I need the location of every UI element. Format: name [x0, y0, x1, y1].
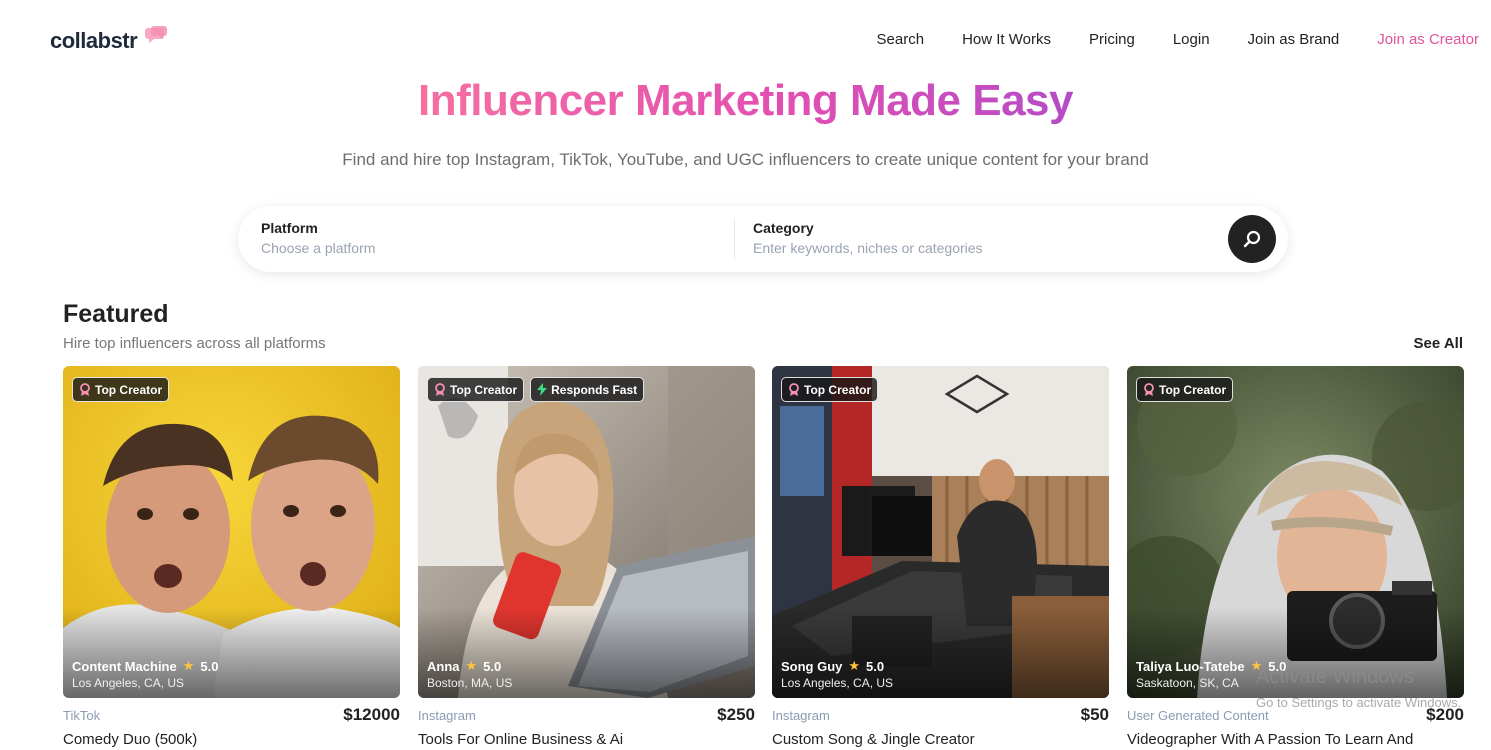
- card-price: $50: [1080, 705, 1109, 724]
- hero-subtitle: Find and hire top Instagram, TikTok, You…: [342, 150, 1149, 169]
- search-bar: Platform Category: [238, 206, 1288, 272]
- card-platform: Instagram: [418, 708, 476, 723]
- featured-subtitle: Hire top influencers across all platform…: [63, 335, 326, 352]
- star-icon: ★: [848, 658, 861, 673]
- star-icon: ★: [465, 658, 478, 673]
- card-platform: User Generated Content: [1127, 708, 1269, 723]
- category-field[interactable]: Category: [753, 220, 1133, 258]
- nav-login[interactable]: Login: [1173, 31, 1210, 48]
- activate-windows-watermark: Activate Windows: [1256, 666, 1414, 688]
- creator-name-row: Content Machine ★ 5.0: [72, 658, 218, 674]
- card-meta: Instagram $250: [418, 698, 755, 730]
- top-creator-badge: Top Creator: [781, 377, 879, 402]
- creator-name: Song Guy: [781, 658, 843, 674]
- card-title[interactable]: Videographer With A Passion To Learn And: [1127, 731, 1413, 748]
- creator-name: Taliya Luo-Tatebe: [1136, 658, 1245, 674]
- platform-label: Platform: [261, 220, 318, 236]
- creator-card[interactable]: Top Creator Responds Fast Anna ★ 5.0 Bos…: [418, 366, 755, 748]
- award-ribbon-icon: [789, 383, 799, 396]
- badge-group: Top Creator: [781, 377, 879, 402]
- platform-input[interactable]: [261, 240, 641, 256]
- card-meta: Instagram $50: [772, 698, 1109, 730]
- creator-name: Content Machine: [72, 658, 177, 674]
- creator-name-row: Anna ★ 5.0: [427, 658, 501, 674]
- card-meta: TikTok $12000: [63, 698, 400, 730]
- platform-field[interactable]: Platform: [261, 220, 641, 258]
- nav-join-as-brand[interactable]: Join as Brand: [1248, 31, 1340, 48]
- top-creator-badge: Top Creator: [1136, 377, 1234, 402]
- creator-name-row: Song Guy ★ 5.0: [781, 658, 884, 674]
- site-header: collabstr Search How It Works Pricing Lo…: [0, 0, 1491, 80]
- logo-chat-bubble-icon: [145, 26, 167, 43]
- nav-how-it-works[interactable]: How It Works: [962, 31, 1051, 48]
- creator-card-image[interactable]: Top Creator Taliya Luo-Tatebe ★ 5.0 Sask…: [1127, 366, 1464, 698]
- category-label: Category: [753, 220, 814, 236]
- creator-name: Anna: [427, 658, 460, 674]
- card-title[interactable]: Custom Song & Jingle Creator: [772, 731, 975, 748]
- creator-card[interactable]: Top Creator Song Guy ★ 5.0 Los Angeles, …: [772, 366, 1109, 748]
- nav-pricing[interactable]: Pricing: [1089, 31, 1135, 48]
- creator-card-image[interactable]: Top Creator Song Guy ★ 5.0 Los Angeles, …: [772, 366, 1109, 698]
- logo[interactable]: collabstr: [50, 28, 138, 54]
- see-all-link[interactable]: See All: [1414, 335, 1463, 352]
- creator-card-image[interactable]: Top Creator Responds Fast Anna ★ 5.0 Bos…: [418, 366, 755, 698]
- award-ribbon-icon: [435, 383, 445, 396]
- card-price: $250: [717, 705, 755, 724]
- activate-windows-hint: Go to Settings to activate Windows.: [1256, 695, 1462, 710]
- search-button[interactable]: [1228, 215, 1276, 263]
- top-creator-badge: Top Creator: [72, 377, 170, 402]
- creator-rating: 5.0: [866, 658, 885, 674]
- card-platform: TikTok: [63, 708, 101, 723]
- hero-title: Influencer Marketing Made Easy: [418, 76, 1074, 125]
- star-icon: ★: [182, 658, 195, 673]
- top-creator-badge: Top Creator: [427, 377, 525, 402]
- category-input[interactable]: [753, 240, 1133, 256]
- main-nav: Search How It Works Pricing Login Join a…: [877, 31, 1479, 48]
- featured-title: Featured: [63, 300, 169, 328]
- creator-location: Los Angeles, CA, US: [781, 676, 894, 690]
- card-title[interactable]: Comedy Duo (500k): [63, 731, 197, 748]
- responds-fast-badge: Responds Fast: [530, 377, 645, 402]
- nav-search[interactable]: Search: [877, 31, 925, 48]
- card-price: $12000: [343, 705, 400, 724]
- creator-location: Saskatoon, SK, CA: [1136, 676, 1239, 690]
- badge-group: Top Creator: [72, 377, 170, 402]
- creator-card[interactable]: Top Creator Content Machine ★ 5.0 Los An…: [63, 366, 400, 748]
- creator-card-image[interactable]: Top Creator Content Machine ★ 5.0 Los An…: [63, 366, 400, 698]
- creator-location: Los Angeles, CA, US: [72, 676, 185, 690]
- creator-location: Boston, MA, US: [427, 676, 513, 690]
- card-title[interactable]: Tools For Online Business & Ai: [418, 731, 623, 748]
- badge-group: Top Creator Responds Fast: [427, 377, 645, 402]
- creator-rating: 5.0: [200, 658, 219, 674]
- award-ribbon-icon: [1144, 383, 1154, 396]
- lightning-bolt-icon: [537, 383, 548, 396]
- award-ribbon-icon: [80, 383, 90, 396]
- badge-group: Top Creator: [1136, 377, 1234, 402]
- search-divider: [734, 219, 735, 259]
- nav-join-as-creator[interactable]: Join as Creator: [1377, 31, 1479, 48]
- creator-rating: 5.0: [483, 658, 502, 674]
- search-icon: [1243, 230, 1261, 248]
- card-platform: Instagram: [772, 708, 830, 723]
